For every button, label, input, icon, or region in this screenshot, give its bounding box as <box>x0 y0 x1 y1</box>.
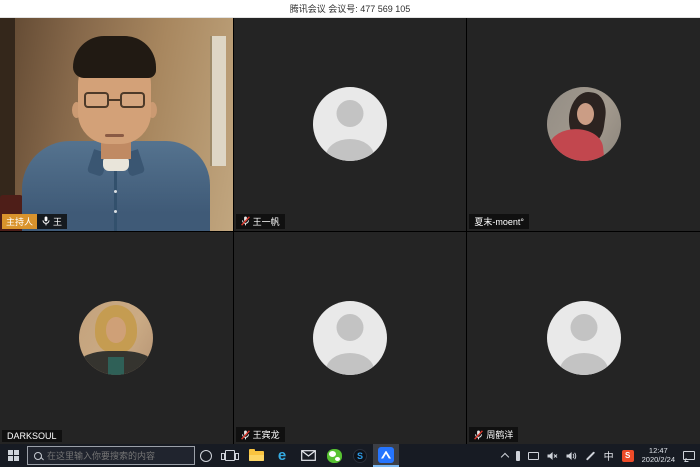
video-tile-2[interactable]: 王一帆 <box>234 18 467 231</box>
s-browser-icon: S <box>353 449 367 463</box>
mic-on-icon <box>42 216 50 226</box>
video-tile-6[interactable]: 周鹤洋 <box>467 232 700 445</box>
folder-icon <box>249 451 264 461</box>
desktop-screen: 腾讯会议 会议号: 477 569 105 <box>0 0 700 467</box>
tray-pin-icon[interactable] <box>516 451 520 461</box>
edge-icon: e <box>278 448 286 463</box>
tray-volume-icon[interactable] <box>566 451 577 461</box>
wechat-icon <box>327 449 342 463</box>
mic-muted-icon <box>241 430 250 440</box>
meeting-title-bar: 腾讯会议 会议号: 477 569 105 <box>0 0 700 18</box>
clock-date: 2020/2/24 <box>642 456 675 465</box>
participant-name: 王 <box>53 215 62 228</box>
task-view-button[interactable] <box>217 444 243 467</box>
tray-expand-chevron-icon[interactable] <box>500 453 508 461</box>
system-tray: 中 S 12:47 2020/2/24 <box>502 447 700 464</box>
avatar-placeholder <box>547 301 621 375</box>
avatar-placeholder <box>313 87 387 161</box>
participant-name: DARKSOUL <box>7 431 57 441</box>
input-method-indicator[interactable]: 中 <box>604 448 614 463</box>
host-role-badge: 主持人 <box>2 214 37 229</box>
participant-name: 王宾龙 <box>253 428 280 441</box>
tray-display-icon[interactable] <box>528 452 539 460</box>
action-center-icon[interactable] <box>683 451 695 460</box>
participant-name: 夏末-moent° <box>474 215 524 228</box>
host-glasses <box>84 92 145 108</box>
participant-name: 王一帆 <box>253 215 280 228</box>
cortana-icon <box>200 450 212 462</box>
host-mouth <box>105 134 124 137</box>
host-video-window-frame <box>212 36 226 166</box>
taskbar-apps: e S <box>217 444 399 467</box>
tencent-meeting-button-active[interactable] <box>373 444 399 467</box>
edge-button[interactable]: e <box>269 444 295 467</box>
participant-grid: 主持人 王 <box>0 18 700 444</box>
wechat-button[interactable] <box>321 444 347 467</box>
windows-taskbar: e S <box>0 444 700 467</box>
host-shirt-placket <box>114 169 117 231</box>
task-view-icon <box>225 450 235 461</box>
video-tile-5[interactable]: 王宾龙 <box>234 232 467 445</box>
tray-ink-pen-icon[interactable] <box>586 451 595 460</box>
participant-name: 周鹤洋 <box>486 428 513 441</box>
meeting-title: 腾讯会议 会议号: 477 569 105 <box>290 2 411 15</box>
start-button[interactable] <box>0 444 27 467</box>
file-explorer-button[interactable] <box>243 444 269 467</box>
mic-muted-icon <box>241 216 250 226</box>
video-tile-host[interactable]: 主持人 王 <box>0 18 233 231</box>
video-tile-4[interactable]: DARKSOUL <box>0 232 233 445</box>
taskbar-clock[interactable]: 12:47 2020/2/24 <box>642 447 675 464</box>
cortana-button[interactable] <box>195 444 217 467</box>
avatar-placeholder <box>313 301 387 375</box>
search-input[interactable] <box>47 451 177 461</box>
tencent-meeting-icon <box>378 447 394 463</box>
mail-button[interactable] <box>295 444 321 467</box>
mail-icon <box>301 450 316 461</box>
taskbar-search[interactable] <box>27 446 195 465</box>
host-shirt-button <box>114 210 117 213</box>
mic-muted-icon <box>474 430 483 440</box>
search-icon <box>34 452 42 460</box>
video-tile-3[interactable]: 夏末-moent° <box>467 18 700 231</box>
host-hair <box>73 36 156 78</box>
windows-logo-icon <box>8 450 19 461</box>
sogou-input-icon[interactable]: S <box>622 450 634 462</box>
host-undershirt <box>103 158 129 171</box>
s-browser-button[interactable]: S <box>347 444 373 467</box>
avatar-photo <box>79 301 153 375</box>
tray-speaker-muted-icon[interactable] <box>547 451 558 461</box>
host-shirt-button <box>114 190 117 193</box>
avatar-photo <box>547 87 621 161</box>
